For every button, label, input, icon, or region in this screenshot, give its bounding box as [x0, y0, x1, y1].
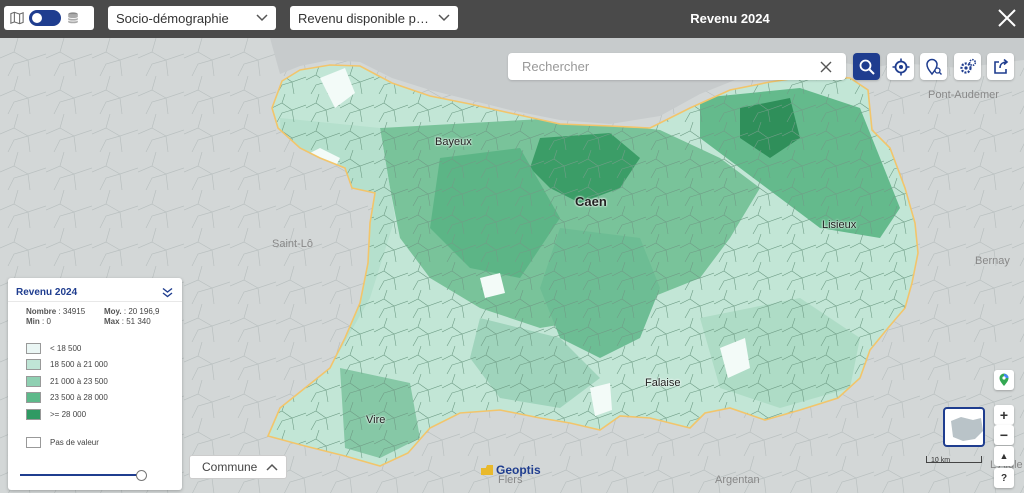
legend-class-label: 21 000 à 23 500	[50, 376, 108, 386]
legend-class-label: 23 500 à 28 000	[50, 393, 108, 403]
city-label-caen: Caen	[575, 194, 607, 209]
help-button[interactable]: ?	[994, 468, 1014, 488]
city-label-pont-audemer: Pont-Audemer	[928, 89, 999, 101]
legend-class-row: 18 500 à 21 000	[26, 357, 182, 374]
city-label-vire: Vire	[366, 414, 386, 426]
legend-no-value-label: Pas de valeur	[50, 438, 99, 448]
stat-max: Max : 51 340	[104, 317, 151, 326]
collapse-chevron-icon[interactable]	[161, 286, 174, 299]
search-icon	[859, 59, 875, 75]
legend-panel: Revenu 2024 Nombre : 34915 Moy. : 20 196…	[8, 278, 182, 490]
top-bar: Socio-démographie Revenu disponible par.…	[0, 0, 1024, 38]
opacity-slider-handle[interactable]	[136, 470, 147, 481]
city-label-bernay: Bernay	[975, 255, 1010, 267]
zoom-in-button[interactable]: +	[994, 405, 1014, 425]
city-label-falaise: Falaise	[645, 377, 681, 389]
legend-no-value-row: Pas de valeur	[26, 435, 182, 452]
city-label-lisieux: Lisieux	[822, 219, 857, 231]
stat-max-value: 51 340	[126, 317, 151, 326]
stat-mean-value: 20 196,9	[128, 307, 160, 316]
crosshair-icon	[892, 58, 909, 75]
zoom-out-button[interactable]: −	[994, 425, 1014, 445]
search-button[interactable]	[853, 53, 880, 80]
theme-dropdown[interactable]: Socio-démographie	[108, 6, 276, 30]
level-selector[interactable]: Commune	[189, 455, 287, 479]
stat-mean: Moy. : 20 196,9	[104, 307, 160, 316]
reset-north-button[interactable]: ▲	[994, 446, 1014, 466]
map-pin-icon	[999, 373, 1009, 386]
opacity-slider[interactable]	[20, 474, 138, 476]
level-selector-label: Commune	[202, 460, 258, 474]
legend-class-label: 18 500 à 21 000	[50, 360, 108, 370]
gear-icon	[959, 58, 976, 74]
minimap[interactable]	[943, 407, 985, 447]
legend-title: Revenu 2024	[16, 287, 78, 298]
city-label-argentan: Argentan	[715, 474, 760, 486]
stat-min-value: 0	[46, 317, 51, 326]
legend-class-row: 21 000 à 23 500	[26, 373, 182, 390]
legend-swatch	[26, 342, 41, 354]
pin-search-icon	[925, 58, 942, 75]
stat-min-label: Min	[26, 317, 40, 326]
search-input[interactable]: Rechercher	[508, 53, 846, 80]
chevron-up-icon	[266, 463, 278, 471]
stat-count-label: Nombre	[26, 307, 57, 316]
clear-search-icon[interactable]	[820, 61, 832, 73]
view-switch[interactable]	[29, 10, 61, 26]
locate-button[interactable]	[887, 53, 914, 80]
legend-class-row: 23 500 à 28 000	[26, 390, 182, 407]
legend-class-label: >= 28 000	[50, 409, 87, 419]
legend-classes: < 18 500 18 500 à 21 000 21 000 à 23 500…	[8, 326, 182, 451]
stat-max-label: Max	[104, 317, 120, 326]
minimap-shape	[951, 417, 983, 441]
legend-swatch	[26, 392, 41, 404]
chevron-down-icon	[438, 14, 450, 22]
pin-search-button[interactable]	[920, 53, 947, 80]
legend-swatch	[26, 437, 41, 449]
chevron-down-icon	[256, 14, 268, 22]
brand-name: Geoptis	[496, 463, 541, 477]
map-canvas[interactable]: Rechercher Bayeux Caen Lisieux Falaise V…	[0, 38, 1024, 493]
map-icon[interactable]	[10, 11, 24, 25]
city-label-bayeux: Bayeux	[435, 136, 472, 148]
legend-stats: Nombre : 34915 Moy. : 20 196,9 Min : 0 M…	[8, 302, 182, 326]
legend-swatch	[26, 359, 41, 371]
legend-swatch	[26, 408, 41, 420]
theme-dropdown-label: Socio-démographie	[116, 10, 229, 26]
legend-header: Revenu 2024	[8, 278, 182, 302]
indicator-dropdown[interactable]: Revenu disponible par...	[290, 6, 458, 30]
stat-count-value: 34915	[62, 307, 86, 316]
settings-button[interactable]	[954, 53, 981, 80]
database-icon[interactable]	[66, 11, 80, 25]
view-toggle[interactable]	[4, 6, 94, 30]
stat-count: Nombre : 34915	[26, 307, 86, 316]
share-icon	[993, 58, 1008, 74]
share-button[interactable]	[987, 53, 1014, 80]
brand-logo: Geoptis	[481, 463, 541, 477]
legend-class-row: < 18 500	[26, 340, 182, 357]
geoptis-logo-icon	[481, 465, 493, 475]
street-view-button[interactable]	[994, 370, 1014, 390]
indicator-dropdown-label: Revenu disponible par...	[298, 10, 432, 26]
stat-min: Min : 0	[26, 317, 51, 326]
scale-bar: 10 km	[926, 456, 982, 464]
close-icon[interactable]	[996, 7, 1018, 29]
legend-class-label: < 18 500	[50, 343, 82, 353]
page-title: Revenu 2024	[690, 11, 770, 26]
stat-mean-label: Moy.	[104, 307, 122, 316]
search-placeholder: Rechercher	[522, 59, 590, 74]
city-label-saint-lo: Saint-Lô	[272, 238, 313, 250]
legend-swatch	[26, 375, 41, 387]
legend-class-row: >= 28 000	[26, 406, 182, 423]
